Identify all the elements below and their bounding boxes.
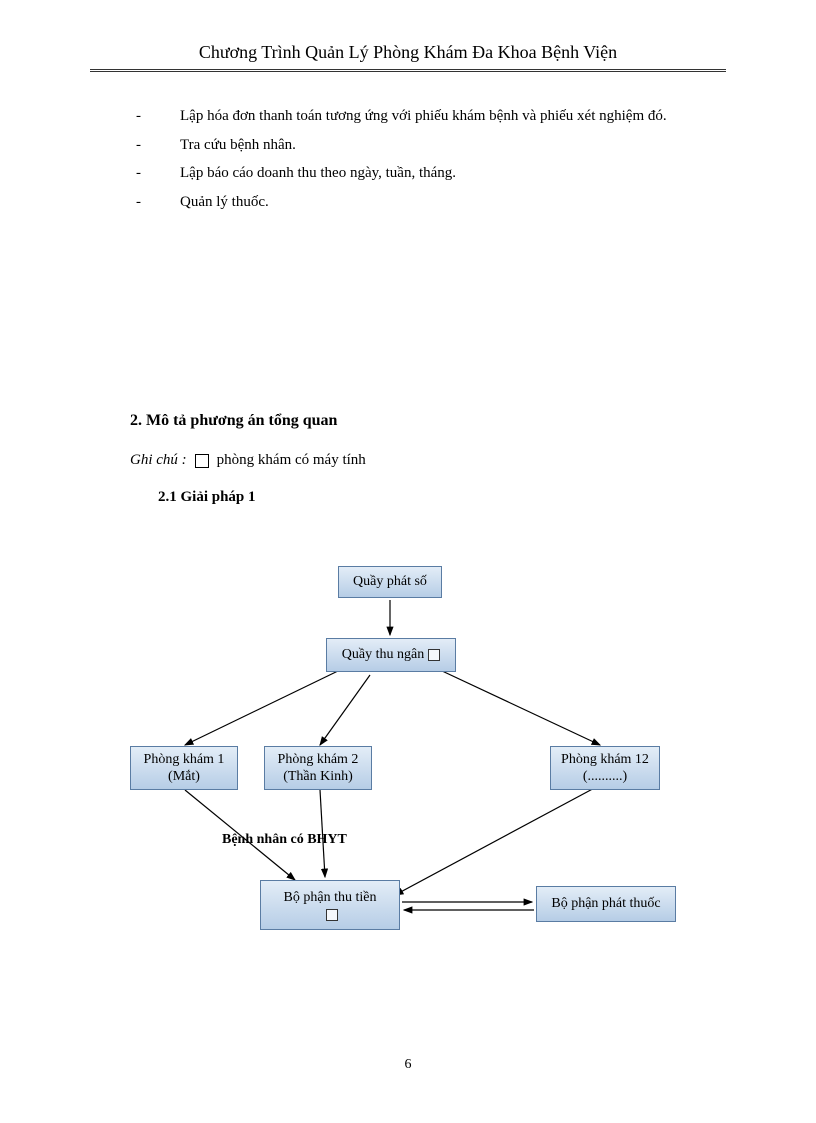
list-item: -Quản lý thuốc.: [130, 188, 686, 217]
dash-icon: -: [130, 102, 180, 131]
note-line: Ghi chú : phòng khám có máy tính: [130, 446, 686, 475]
node-label: Quầy thu ngân: [342, 646, 424, 664]
node-label: Phòng khám 1: [144, 751, 225, 769]
node-sublabel: (Thần Kinh): [283, 768, 353, 786]
computer-box-icon: [428, 649, 440, 661]
node-sublabel: (..........): [583, 768, 627, 786]
node-label: Phòng khám 2: [278, 751, 359, 769]
note-prefix: Ghi chú :: [130, 446, 187, 475]
node-label: Bộ phận thu tiền: [284, 889, 377, 907]
node-bo-phan-phat-thuoc: Bộ phận phát thuốc: [536, 886, 676, 922]
section-heading: 2. Mô tả phương án tổng quan: [130, 406, 686, 436]
node-label: Quầy phát số: [353, 573, 427, 591]
computer-box-icon: [195, 454, 209, 468]
computer-box-icon: [326, 909, 338, 921]
node-phong-kham-12: Phòng khám 12 (..........): [550, 746, 660, 790]
flowchart-diagram: Quầy phát số Quầy thu ngân Phòng khám 1 …: [130, 560, 720, 990]
list-item: -Lập báo cáo doanh thu theo ngày, tuần, …: [130, 159, 686, 188]
bullet-text: Quản lý thuốc.: [180, 188, 686, 217]
node-quay-phat-so: Quầy phát số: [338, 566, 442, 598]
edge-label-bhyt: Bệnh nhân có BHYT: [222, 832, 347, 848]
node-phong-kham-2: Phòng khám 2 (Thần Kinh): [264, 746, 372, 790]
bullet-text: Lập báo cáo doanh thu theo ngày, tuần, t…: [180, 159, 686, 188]
node-quay-thu-ngan: Quầy thu ngân: [326, 638, 456, 672]
node-sublabel: (Mắt): [168, 768, 200, 786]
node-phong-kham-1: Phòng khám 1 (Mắt): [130, 746, 238, 790]
dash-icon: -: [130, 188, 180, 217]
bullet-text: Lập hóa đơn thanh toán tương ứng với phi…: [180, 102, 686, 131]
subsection-heading: 2.1 Giải pháp 1: [158, 483, 686, 512]
node-label: Bộ phận phát thuốc: [551, 895, 660, 913]
dash-icon: -: [130, 131, 180, 160]
content-area: -Lập hóa đơn thanh toán tương ứng với ph…: [0, 72, 816, 511]
node-bo-phan-thu-tien: Bộ phận thu tiền: [260, 880, 400, 930]
list-item: -Tra cứu bệnh nhân.: [130, 131, 686, 160]
page-number: 6: [0, 1057, 816, 1073]
bullet-list: -Lập hóa đơn thanh toán tương ứng với ph…: [130, 102, 686, 216]
node-label: Phòng khám 12: [561, 751, 649, 769]
bullet-text: Tra cứu bệnh nhân.: [180, 131, 686, 160]
page-header: Chương Trình Quản Lý Phòng Khám Đa Khoa …: [0, 0, 816, 69]
dash-icon: -: [130, 159, 180, 188]
note-suffix: phòng khám có máy tính: [217, 446, 366, 475]
list-item: -Lập hóa đơn thanh toán tương ứng với ph…: [130, 102, 686, 131]
header-title: Chương Trình Quản Lý Phòng Khám Đa Khoa …: [199, 42, 617, 62]
